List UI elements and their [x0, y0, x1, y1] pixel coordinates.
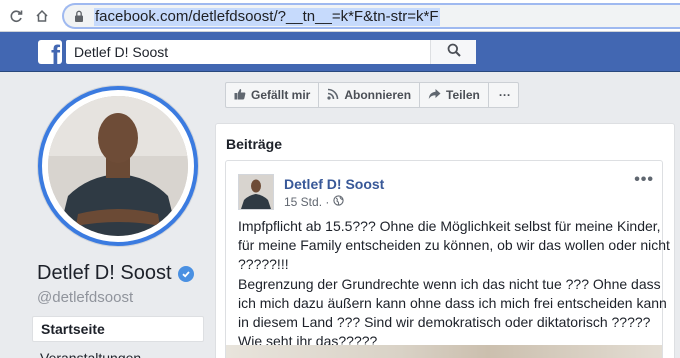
- facebook-logo[interactable]: f: [38, 40, 62, 64]
- share-button[interactable]: Teilen: [420, 83, 489, 107]
- posts-section: Beiträge Detlef D! Soost 15 Std. · ••• I…: [215, 123, 675, 358]
- post-timestamp[interactable]: 15 Std. ·: [284, 195, 345, 209]
- nav-item-startseite[interactable]: Startseite: [32, 316, 204, 342]
- search-input-value: Detlef D! Soost: [74, 44, 169, 60]
- post-text-line: Impfpflicht ab 15.5??? Ohne die Möglichk…: [238, 218, 661, 234]
- post-card: Detlef D! Soost 15 Std. · ••• Impfpflich…: [225, 160, 670, 358]
- url-text: facebook.com/detlefdsoost/?__tn__=k*F&tn…: [94, 8, 440, 26]
- rss-icon: [327, 88, 344, 103]
- post-author-link[interactable]: Detlef D! Soost: [284, 176, 384, 192]
- post-text-line: ich mich dazu äußern kann ohne dass ich …: [238, 294, 667, 311]
- verified-badge-icon: [177, 265, 194, 282]
- post-text-line: in diesem Land ??? Sind wir demokratisch…: [238, 314, 651, 331]
- facebook-header: f Detlef D! Soost: [0, 32, 680, 72]
- page-name: Detlef D! Soost: [37, 262, 194, 285]
- post-text-line: ?????!!!: [238, 256, 289, 273]
- search-icon: [447, 43, 461, 62]
- more-icon: ···: [498, 88, 511, 102]
- browser-toolbar: facebook.com/detlefdsoost/?__tn__=k*F&tn…: [0, 0, 680, 32]
- like-page-button[interactable]: Gefällt mir: [226, 83, 320, 107]
- post-image[interactable]: [226, 345, 662, 358]
- post-options-icon[interactable]: •••: [634, 171, 654, 189]
- thumbs-up-icon: [234, 88, 251, 103]
- section-title: Beiträge: [226, 136, 283, 152]
- more-options-button[interactable]: ···: [489, 83, 521, 107]
- follow-button[interactable]: Abonnieren: [319, 83, 421, 107]
- profile-photo: [48, 96, 188, 236]
- search-button[interactable]: [430, 40, 476, 64]
- profile-picture[interactable]: [38, 86, 198, 246]
- page-action-bar: Gefällt mir Abonnieren Teilen ···: [225, 82, 519, 108]
- post-text-line: für meine Family entscheiden zu können, …: [238, 237, 670, 254]
- search-input[interactable]: Detlef D! Soost: [66, 40, 476, 64]
- post-author-avatar[interactable]: [238, 174, 274, 210]
- home-icon[interactable]: [32, 6, 52, 26]
- globe-icon: [333, 195, 345, 209]
- page-name-text: Detlef D! Soost: [37, 262, 172, 284]
- reload-icon[interactable]: [6, 6, 26, 26]
- post-body: Impfpflicht ab 15.5??? Ohne die Möglichk…: [238, 217, 670, 351]
- nav-item-label: Startseite: [41, 321, 105, 337]
- lock-icon: [74, 10, 84, 28]
- page-handle: @detlefdsoost: [37, 289, 134, 306]
- post-text-line: Begrenzung der Grundrechte wenn ich das …: [238, 275, 661, 292]
- nav-item-veranstaltungen[interactable]: Veranstaltungen: [40, 350, 141, 358]
- share-arrow-icon: [428, 88, 446, 103]
- address-bar[interactable]: facebook.com/detlefdsoost/?__tn__=k*F&tn…: [62, 3, 680, 29]
